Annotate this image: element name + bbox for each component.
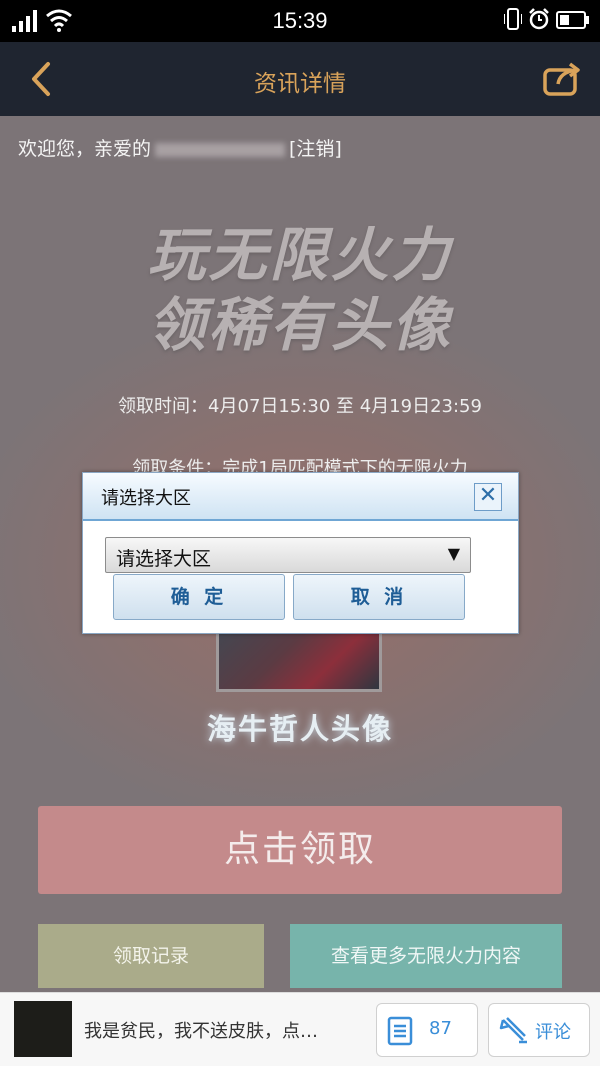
claim-time: 领取时间：4月07日15:30 至 4月19日23:59 (118, 396, 482, 417)
comment-button[interactable]: 评论 (488, 1003, 590, 1057)
region-select-dialog: 请选择大区 ✕ 请选择大区 ▼ 确 定 取 消 (82, 472, 519, 634)
dialog-title: 请选择大区 (101, 488, 191, 509)
pen-icon (499, 1017, 527, 1044)
bottom-bar: 我是贫民，我不送皮肤，点… 87 评论 (0, 992, 600, 1066)
share-icon[interactable] (542, 60, 582, 98)
comment-count-button[interactable]: 87 (376, 1003, 478, 1057)
logout-link[interactable]: [注销] (289, 138, 342, 160)
dialog-header: 请选择大区 ✕ (83, 473, 518, 521)
alarm-icon (529, 8, 549, 30)
region-select-value: 请选择大区 (116, 548, 212, 570)
confirm-button[interactable]: 确 定 (113, 574, 285, 620)
comment-count: 87 (429, 1018, 452, 1039)
region-select[interactable]: 请选择大区 ▼ (105, 537, 471, 573)
dropdown-arrow-icon: ▼ (447, 544, 460, 563)
welcome-line: 欢迎您，亲爱的 [注销] (18, 134, 342, 161)
top-app-bar: 资讯详情 (0, 42, 600, 116)
claim-record-button[interactable]: 领取记录 (38, 924, 264, 988)
welcome-text: 欢迎您，亲爱的 (18, 138, 152, 160)
comment-label: 评论 (535, 1022, 571, 1043)
avatar-name: 海牛哲人头像 (206, 712, 393, 746)
cancel-button[interactable]: 取 消 (293, 574, 465, 620)
banner-title-line2: 领稀有头像 (147, 291, 453, 359)
claim-button[interactable]: 点击领取 (38, 806, 562, 894)
battery-icon (556, 11, 589, 29)
vibrate-icon (504, 8, 522, 30)
page-title: 资讯详情 (254, 71, 346, 97)
article-thumbnail[interactable] (14, 1001, 72, 1057)
close-icon[interactable]: ✕ (474, 483, 502, 511)
article-title[interactable]: 我是贫民，我不送皮肤，点… (84, 1017, 318, 1043)
redacted-username (155, 142, 286, 157)
more-content-button[interactable]: 查看更多无限火力内容 (290, 924, 562, 988)
status-bar: 15:39 (0, 0, 600, 42)
document-icon (387, 1016, 413, 1046)
